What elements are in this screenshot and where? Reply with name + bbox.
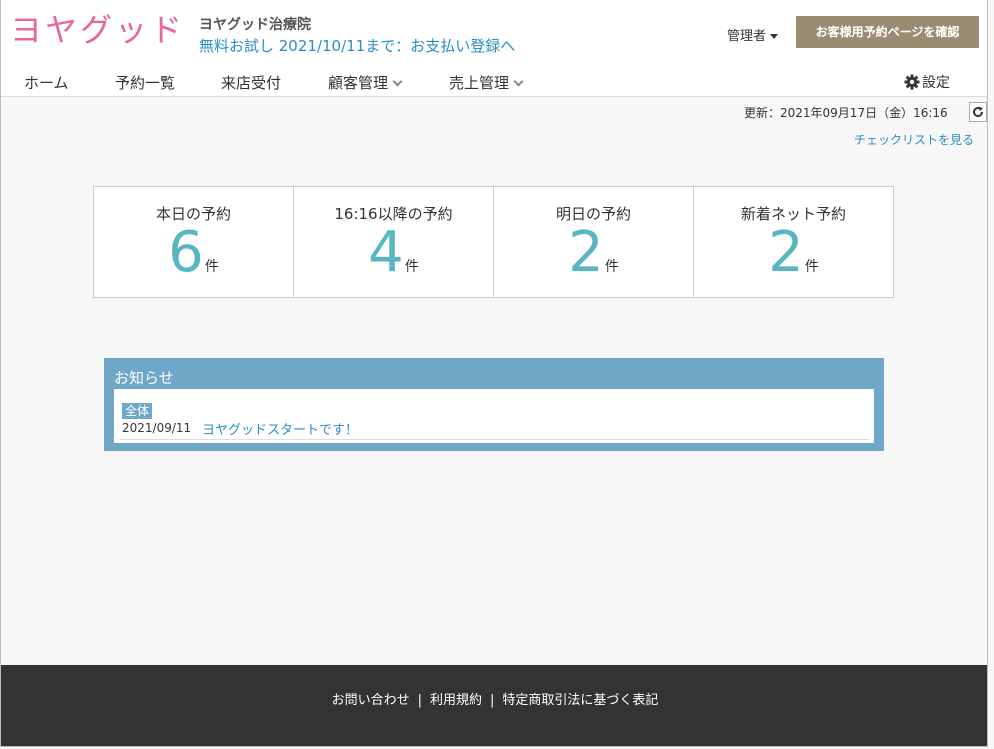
stat-unit: 件 xyxy=(204,259,219,275)
stat-number: 2 xyxy=(768,220,804,285)
app-frame: ヨヤグッド ヨヤグッド治療院 無料お試し 2021/10/11まで：お支払い登録… xyxy=(0,0,988,747)
nav-sales-label: 売上管理 xyxy=(449,74,510,92)
news-list: 全体 2021/09/11 ヨヤグッドスタートです！ xyxy=(114,389,874,443)
stat-unit: 件 xyxy=(804,259,819,275)
app-logo[interactable]: ヨヤグッド xyxy=(10,10,185,50)
nav-reservations-label: 予約一覧 xyxy=(115,74,176,92)
stat-unit: 件 xyxy=(604,259,619,275)
stat-value: 6件 xyxy=(94,221,293,299)
news-date: 2021/09/11 xyxy=(122,421,192,435)
stat-value: 2件 xyxy=(494,221,693,299)
nav-reception[interactable]: 来店受付 xyxy=(221,72,281,93)
news-item-link[interactable]: ヨヤグッドスタートです！ xyxy=(202,419,358,438)
stat-value: 4件 xyxy=(294,221,493,299)
refresh-button[interactable] xyxy=(969,102,987,122)
divider xyxy=(119,439,869,440)
footer-link-commerce-law[interactable]: 特定商取引法に基づく表記 xyxy=(502,693,658,708)
stat-today[interactable]: 本日の予約 6件 xyxy=(94,187,294,297)
news-title: お知らせ xyxy=(114,369,174,387)
news-badge: 全体 xyxy=(122,403,153,419)
stat-number: 2 xyxy=(568,220,604,285)
caret-down-icon xyxy=(770,34,779,39)
footer-link-contact[interactable]: お問い合わせ xyxy=(332,693,410,708)
nav-sales[interactable]: 売上管理 xyxy=(449,72,524,93)
main-nav: ホーム 予約一覧 来店受付 顧客管理 売上管理 xyxy=(1,72,987,94)
stat-unit: 件 xyxy=(404,259,419,275)
footer-separator: | xyxy=(490,693,495,708)
nav-customers-label: 顧客管理 xyxy=(328,74,389,92)
header: ヨヤグッド ヨヤグッド治療院 無料お試し 2021/10/11まで：お支払い登録… xyxy=(1,0,987,97)
footer-separator: | xyxy=(417,693,422,708)
nav-reception-label: 来店受付 xyxy=(221,74,282,92)
chevron-down-icon xyxy=(392,76,403,87)
admin-menu[interactable]: 管理者 xyxy=(727,25,779,44)
clinic-name: ヨヤグッド治療院 xyxy=(199,17,311,33)
stat-new-online[interactable]: 新着ネット予約 2件 xyxy=(694,187,893,297)
nav-reservations[interactable]: 予約一覧 xyxy=(115,72,175,93)
stat-after-now[interactable]: 16:16以降の予約 4件 xyxy=(294,187,494,297)
settings-link[interactable]: 設定 xyxy=(904,72,950,92)
footer-links: お問い合わせ | 利用規約 | 特定商取引法に基づく表記 xyxy=(1,689,987,708)
stat-value: 2件 xyxy=(694,221,893,299)
stat-tomorrow[interactable]: 明日の予約 2件 xyxy=(494,187,694,297)
stat-number: 4 xyxy=(368,220,404,285)
refresh-icon xyxy=(973,106,984,118)
nav-home-label: ホーム xyxy=(24,74,69,92)
trial-notice-link[interactable]: 無料お試し 2021/10/11まで：お支払い登録へ xyxy=(199,35,515,56)
stats-panel: 本日の予約 6件 16:16以降の予約 4件 明日の予約 2件 新着ネット予約 … xyxy=(93,186,894,298)
checklist-link[interactable]: チェックリストを見る xyxy=(854,131,974,148)
admin-menu-label: 管理者 xyxy=(727,29,767,44)
customer-booking-page-button[interactable]: お客様用予約ページを確認 xyxy=(796,16,979,48)
news-panel: お知らせ 全体 2021/09/11 ヨヤグッドスタートです！ xyxy=(104,358,884,451)
chevron-down-icon xyxy=(513,76,524,87)
settings-label: 設定 xyxy=(922,75,950,91)
nav-home[interactable]: ホーム xyxy=(24,72,69,93)
nav-customers[interactable]: 顧客管理 xyxy=(328,72,403,93)
gear-icon xyxy=(904,74,920,90)
stat-number: 6 xyxy=(168,220,204,285)
footer-link-terms[interactable]: 利用規約 xyxy=(430,693,482,708)
footer: お問い合わせ | 利用規約 | 特定商取引法に基づく表記 xyxy=(1,665,987,746)
last-updated: 更新：2021年09月17日（金）16:16 xyxy=(744,106,948,120)
